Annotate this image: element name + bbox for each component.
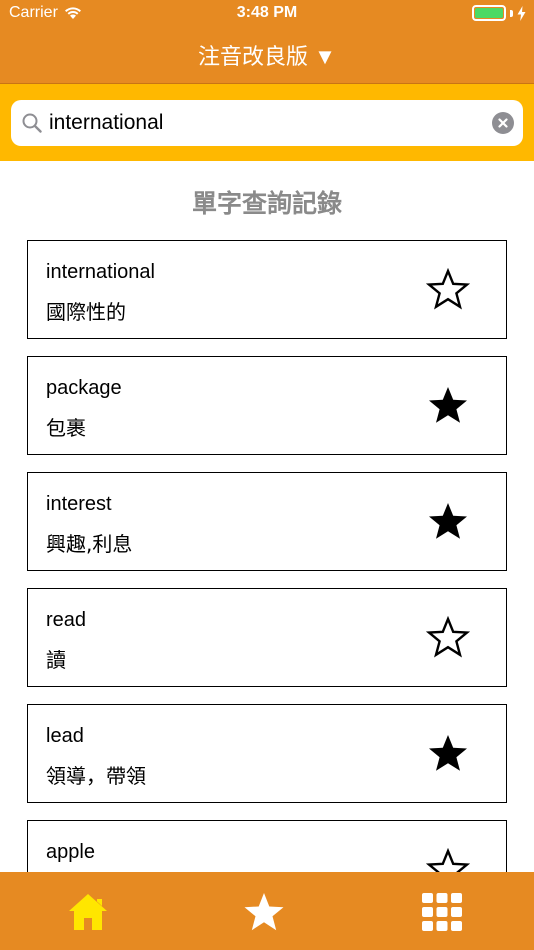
battery-cap [510, 9, 513, 17]
status-right [472, 5, 526, 21]
word-label: lead [46, 725, 84, 747]
star-filled-icon[interactable] [426, 500, 470, 542]
star-outline-icon[interactable] [426, 848, 470, 872]
history-list[interactable]: international 國際性的 package 包裹 interest 興趣,利息 r… [0, 230, 534, 872]
grid-icon[interactable] [420, 891, 464, 933]
history-title: 單字查詢記錄 [191, 189, 342, 218]
star-outline-icon[interactable] [426, 616, 470, 658]
word-label: read [46, 609, 87, 631]
word-label: package [46, 377, 122, 399]
history-item[interactable]: international 國際性的 [27, 240, 507, 339]
charging-icon [517, 5, 526, 21]
nav-bar: 注音改良版 ▼ [0, 27, 534, 84]
status-bar: Carrier 3:48 PM [0, 0, 534, 27]
search-icon [22, 113, 42, 133]
star-filled-icon[interactable] [426, 384, 470, 426]
word-label: apple [46, 841, 95, 863]
history-item[interactable]: read 讀 [27, 588, 507, 687]
history-item[interactable]: package 包裹 [27, 356, 507, 455]
history-item[interactable]: lead 領導，帶領 [27, 704, 507, 803]
word-label: international [46, 261, 155, 283]
search-input[interactable] [49, 108, 489, 138]
battery-icon [472, 5, 506, 21]
star-filled-icon[interactable] [426, 732, 470, 774]
tab-bar [0, 872, 534, 950]
meaning-label: 讀 [46, 648, 66, 672]
word-label: interest [46, 493, 112, 515]
search-box[interactable] [11, 100, 523, 146]
meaning-label: 領導，帶領 [46, 764, 146, 788]
meaning-label: 包裹 [46, 416, 86, 440]
history-item[interactable]: interest 興趣,利息 [27, 472, 507, 571]
history-item[interactable]: apple [27, 820, 507, 872]
meaning-label: 興趣,利息 [46, 532, 133, 556]
home-icon[interactable] [66, 891, 110, 933]
dictionary-selector[interactable]: 注音改良版 ▼ [198, 39, 336, 71]
meaning-label: 國際性的 [46, 300, 126, 324]
search-area [0, 84, 534, 161]
status-time: 3:48 PM [236, 4, 298, 21]
clear-icon[interactable] [492, 112, 514, 134]
star-outline-icon[interactable] [426, 268, 470, 310]
battery-level [475, 8, 503, 18]
favorites-star-icon[interactable] [242, 891, 286, 933]
